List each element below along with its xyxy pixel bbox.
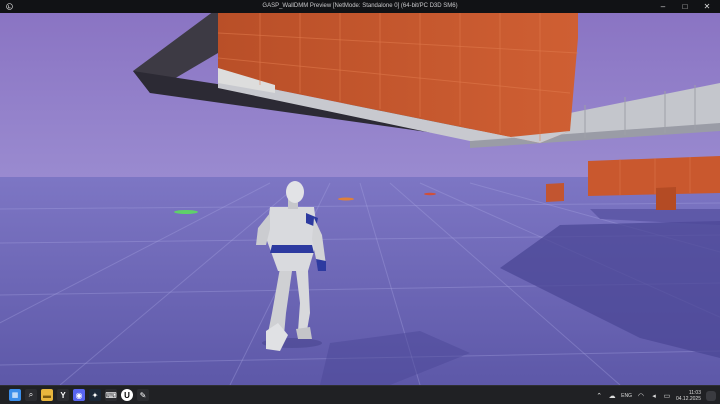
search-icon[interactable]: ⌕ bbox=[25, 389, 37, 401]
orange-wall-right bbox=[588, 156, 720, 196]
language-indicator[interactable]: ENG bbox=[621, 393, 632, 399]
orange-cube bbox=[546, 183, 564, 202]
system-tray: ⌃ ☁ ENG ◠ ◂ ▭ 11:03 04.12.2025 bbox=[595, 386, 716, 404]
clock-date: 04.12.2025 bbox=[675, 395, 701, 402]
windows-logo-icon[interactable]: ▦ bbox=[9, 389, 21, 401]
window-controls: – □ ✕ bbox=[652, 0, 718, 13]
game-viewport[interactable] bbox=[0, 13, 720, 385]
speaker-icon[interactable]: ◂ bbox=[650, 392, 658, 400]
discord-icon[interactable]: ◉ bbox=[73, 389, 85, 401]
clock[interactable]: 11:03 04.12.2025 bbox=[676, 390, 701, 402]
scene-render bbox=[0, 13, 720, 385]
onedrive-icon[interactable]: ☁ bbox=[608, 392, 616, 400]
close-button[interactable]: ✕ bbox=[696, 0, 718, 13]
tray-chevron-icon[interactable]: ⌃ bbox=[595, 392, 603, 400]
steam-icon[interactable]: ✦ bbox=[89, 389, 101, 401]
minimize-button[interactable]: – bbox=[652, 0, 674, 13]
marker-green bbox=[174, 210, 198, 214]
taskbar: ▦ ⌕ ▬ Y ◉ ✦ ⌨ U ✎ ⌃ ☁ ENG ◠ ◂ ▭ 11:03 04… bbox=[0, 385, 720, 404]
game-screen: GASP_WallDMM Preview [NetMode: Standalon… bbox=[0, 0, 720, 404]
unreal-engine-icon[interactable]: U bbox=[121, 389, 133, 401]
taskbar-apps: ▦ ⌕ ▬ Y ◉ ✦ ⌨ U ✎ bbox=[9, 389, 149, 401]
notification-center-icon[interactable] bbox=[706, 390, 716, 401]
folder-icon[interactable]: ▬ bbox=[41, 389, 53, 401]
maximize-button[interactable]: □ bbox=[674, 0, 696, 13]
window-titlebar: GASP_WallDMM Preview [NetMode: Standalon… bbox=[0, 0, 720, 13]
ide-icon[interactable]: ⌨ bbox=[105, 389, 117, 401]
battery-icon[interactable]: ▭ bbox=[663, 392, 671, 400]
app-icon bbox=[6, 3, 13, 10]
wifi-icon[interactable]: ◠ bbox=[637, 392, 645, 400]
marker-orange bbox=[338, 197, 354, 201]
marker-red bbox=[424, 192, 436, 196]
editor-icon[interactable]: ✎ bbox=[137, 389, 149, 401]
window-title: GASP_WallDMM Preview [NetMode: Standalon… bbox=[262, 3, 458, 9]
yandex-browser-icon[interactable]: Y bbox=[57, 389, 69, 401]
